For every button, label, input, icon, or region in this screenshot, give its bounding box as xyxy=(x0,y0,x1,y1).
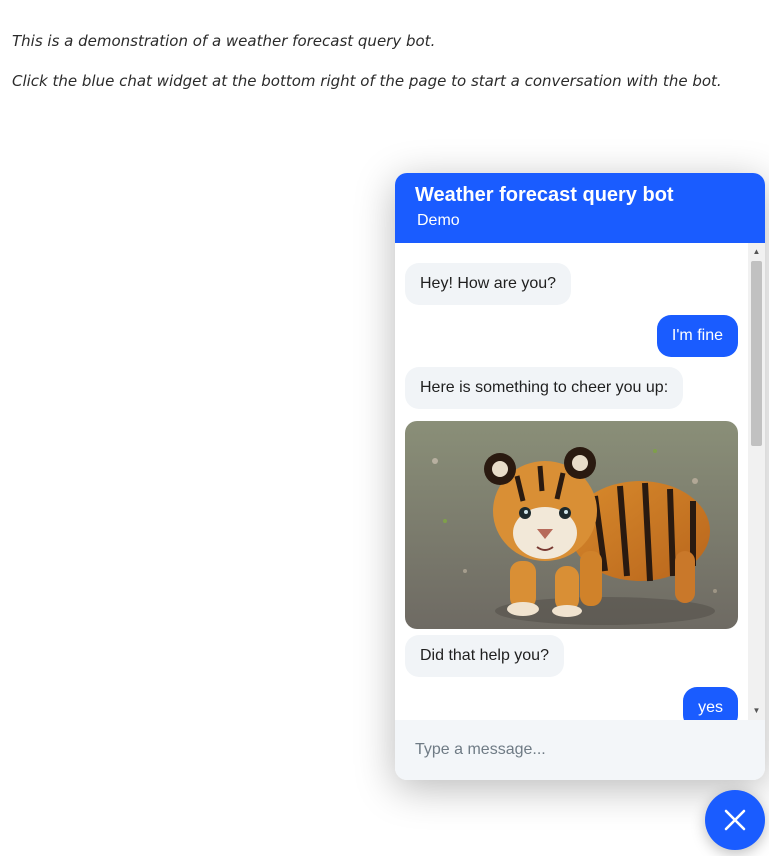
message-input[interactable] xyxy=(395,720,765,780)
scroll-down-arrow-icon[interactable]: ▼ xyxy=(748,704,765,718)
chat-title: Weather forecast query bot xyxy=(415,184,674,206)
chat-toggle-button[interactable] xyxy=(705,790,765,850)
tiger-cub-image[interactable] xyxy=(405,421,738,629)
bot-message: Hey! How are you? xyxy=(405,263,572,305)
scroll-thumb[interactable] xyxy=(751,261,762,446)
bot-message: Did that help you? xyxy=(405,635,564,677)
user-message: I'm fine xyxy=(656,315,738,357)
user-message: yes xyxy=(683,687,738,720)
message-scrollbar[interactable]: ▲ ▼ xyxy=(748,243,765,720)
chat-header: Weather forecast query bot Demo xyxy=(395,173,765,243)
bot-message: Here is something to cheer you up: xyxy=(405,367,684,409)
chat-widget: Weather forecast query bot Demo Hey! How… xyxy=(395,173,765,780)
intro-line-1: This is a demonstration of a weather for… xyxy=(12,32,436,50)
message-composer xyxy=(395,720,765,780)
message-list[interactable]: Hey! How are you? I'm fine Here is somet… xyxy=(395,243,765,720)
intro-line-2: Click the blue chat widget at the bottom… xyxy=(12,72,722,90)
close-icon xyxy=(724,809,746,831)
chat-subtitle: Demo xyxy=(417,212,460,229)
tiger-cub-photo xyxy=(405,421,738,629)
scroll-up-arrow-icon[interactable]: ▲ xyxy=(748,245,765,259)
